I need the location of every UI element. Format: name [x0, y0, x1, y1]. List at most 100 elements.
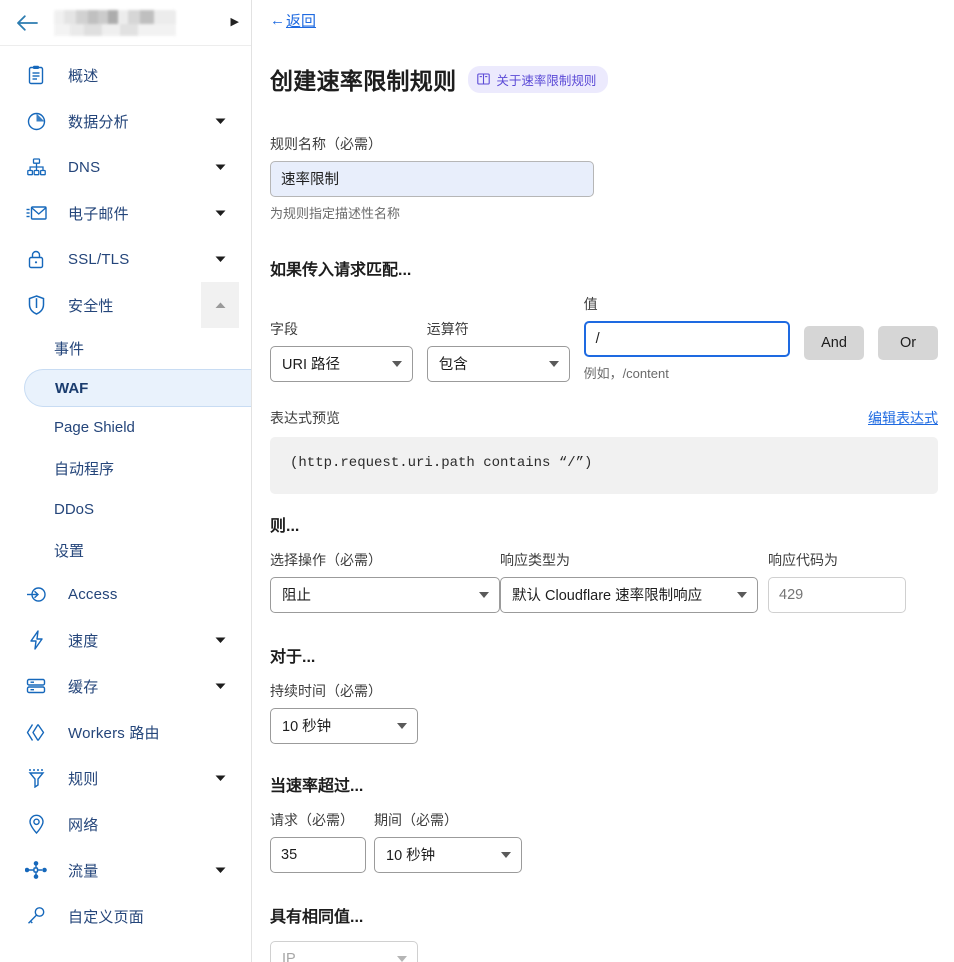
operator-select[interactable]: 包含: [427, 346, 570, 382]
field-select[interactable]: URI 路径: [270, 346, 413, 382]
response-type-select-value: 默认 Cloudflare 速率限制响应: [512, 584, 702, 605]
sidebar-item-security[interactable]: 安全性: [0, 282, 251, 328]
sidebar-item-workers-routes[interactable]: Workers 路由: [0, 709, 251, 755]
sidebar-item-label: 速度: [68, 630, 98, 651]
sidebar-item-rules[interactable]: 规则: [0, 755, 251, 801]
sidebar-item-label: 规则: [68, 768, 98, 789]
sidebar-item-events[interactable]: 事件: [0, 328, 251, 369]
edit-expression-link[interactable]: 编辑表达式: [868, 408, 938, 428]
sidebar-item-waf[interactable]: WAF: [24, 369, 251, 407]
sidebar-subitem-label: DDoS: [54, 501, 94, 518]
duration-select[interactable]: 10 秒钟: [270, 708, 418, 744]
characteristic-select-placeholder: IP: [282, 951, 296, 962]
chevron-down-icon: [737, 592, 747, 598]
sidebar-item-ssl-tls[interactable]: SSL/TLS: [0, 236, 251, 282]
sidebar-item-analytics[interactable]: 数据分析: [0, 98, 251, 144]
action-select-value: 阻止: [282, 584, 311, 605]
period-col: 期间（必需） 10 秒钟: [374, 810, 522, 873]
chevron-down-icon[interactable]: [201, 755, 239, 801]
sidebar-item-label: 缓存: [68, 676, 98, 697]
response-type-select[interactable]: 默认 Cloudflare 速率限制响应: [500, 577, 758, 613]
chevron-down-icon[interactable]: [201, 847, 239, 893]
sidebar-subitem-label: WAF: [55, 380, 88, 397]
duration-label: 持续时间（必需）: [270, 681, 418, 701]
rule-name-input[interactable]: [270, 161, 594, 197]
chevron-up-icon[interactable]: [201, 282, 239, 328]
sidebar-nav: 概述 数据分析: [0, 46, 251, 939]
back-link[interactable]: ←返回: [270, 10, 316, 31]
field-label: 字段: [270, 319, 413, 339]
then-row: 选择操作（必需） 阻止 响应类型为 默认 Cloudflare 速率限制响应 响…: [270, 550, 938, 613]
sidebar-item-access[interactable]: Access: [0, 571, 251, 617]
chevron-down-icon[interactable]: [201, 98, 239, 144]
chevron-down-icon: [549, 361, 559, 367]
sidebar-item-label: 数据分析: [68, 111, 129, 132]
sidebar-item-speed[interactable]: 速度: [0, 617, 251, 663]
sidebar-item-network[interactable]: 网络: [0, 801, 251, 847]
response-code-col: 响应代码为: [768, 550, 906, 613]
back-arrow-icon[interactable]: [14, 10, 40, 36]
chevron-down-icon: [397, 956, 407, 962]
clipboard-icon: [24, 65, 48, 85]
rule-name-hint: 为规则指定描述性名称: [270, 203, 938, 222]
sidebar-item-email[interactable]: 电子邮件: [0, 190, 251, 236]
sidebar-item-caching[interactable]: 缓存: [0, 663, 251, 709]
sidebar-item-page-shield[interactable]: Page Shield: [0, 407, 251, 448]
chevron-down-icon[interactable]: [201, 190, 239, 236]
database-icon: [24, 677, 48, 695]
current-domain-masked: [54, 10, 176, 36]
chevron-down-icon: [392, 361, 402, 367]
and-button[interactable]: And: [804, 326, 864, 360]
sidebar-item-label: SSL/TLS: [68, 251, 129, 268]
period-select[interactable]: 10 秒钟: [374, 837, 522, 873]
action-label: 选择操作（必需）: [270, 550, 500, 570]
chevron-down-icon[interactable]: [201, 617, 239, 663]
app-root: ▶ 概述 数据分析: [0, 0, 954, 962]
pin-icon: [24, 814, 48, 834]
requests-input[interactable]: [270, 837, 366, 873]
chevron-down-icon[interactable]: [201, 663, 239, 709]
rate-row: 请求（必需） 期间（必需） 10 秒钟: [270, 810, 938, 873]
action-col: 选择操作（必需） 阻止: [270, 550, 500, 613]
site-selector-chevron-icon[interactable]: ▶: [231, 17, 239, 28]
sidebar-subitem-label: 事件: [54, 338, 84, 359]
sidebar-item-label: Access: [68, 586, 118, 603]
response-code-input[interactable]: [768, 577, 906, 613]
characteristic-select[interactable]: IP: [270, 941, 418, 962]
same-value-section-heading: 具有相同值...: [270, 903, 938, 927]
workers-icon: [24, 723, 48, 742]
chevron-down-icon[interactable]: [201, 144, 239, 190]
funnel-icon: [24, 768, 48, 788]
sidebar-item-label: 电子邮件: [68, 203, 129, 224]
back-link-label: 返回: [286, 10, 316, 31]
chevron-down-icon[interactable]: [201, 236, 239, 282]
site-selector-bar[interactable]: ▶: [0, 0, 251, 46]
sidebar-item-label: 网络: [68, 814, 98, 835]
duration-select-value: 10 秒钟: [282, 715, 331, 736]
sidebar-subitem-label: 设置: [54, 540, 84, 561]
value-input[interactable]: /: [584, 321, 790, 357]
sidebar-item-traffic[interactable]: 流量: [0, 847, 251, 893]
sitemap-icon: [24, 158, 48, 176]
about-rate-limiting-badge[interactable]: 关于速率限制规则: [468, 66, 608, 93]
sidebar: ▶ 概述 数据分析: [0, 0, 252, 962]
period-label: 期间（必需）: [374, 810, 522, 830]
envelope-icon: [24, 205, 48, 221]
pie-chart-icon: [24, 112, 48, 131]
or-button[interactable]: Or: [878, 326, 938, 360]
response-code-label: 响应代码为: [768, 550, 906, 570]
sidebar-subitem-label: Page Shield: [54, 419, 135, 436]
sidebar-item-dns[interactable]: DNS: [0, 144, 251, 190]
value-hint: 例如，/content: [584, 363, 790, 382]
sidebar-item-overview[interactable]: 概述: [0, 52, 251, 98]
sidebar-item-bots[interactable]: 自动程序: [0, 448, 251, 489]
then-section-heading: 则...: [270, 512, 938, 536]
sidebar-item-ddos[interactable]: DDoS: [0, 489, 251, 530]
sidebar-item-settings[interactable]: 设置: [0, 530, 251, 571]
action-select[interactable]: 阻止: [270, 577, 500, 613]
title-row: 创建速率限制规则 关于速率限制规则: [270, 47, 938, 112]
period-select-value: 10 秒钟: [386, 844, 435, 865]
rate-section-heading: 当速率超过...: [270, 772, 938, 796]
sidebar-item-custom-pages[interactable]: 自定义页面: [0, 893, 251, 939]
requests-col: 请求（必需）: [270, 810, 366, 873]
